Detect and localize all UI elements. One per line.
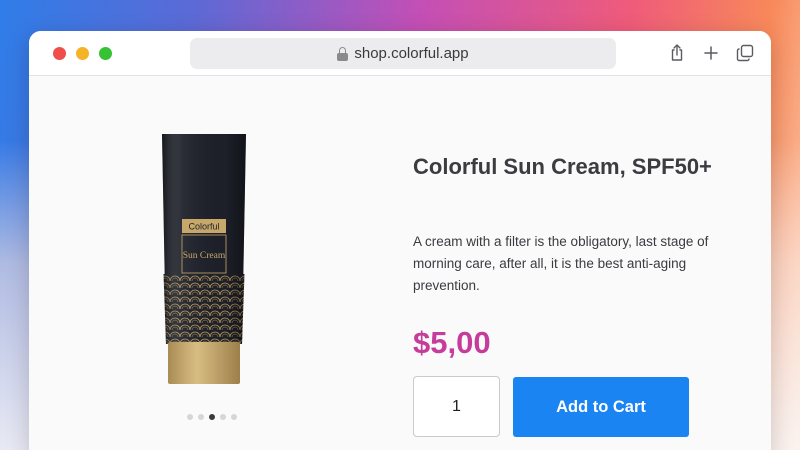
url-text: shop.colorful.app bbox=[354, 45, 469, 62]
quantity-input[interactable]: 1 bbox=[413, 376, 500, 437]
carousel-dot[interactable] bbox=[209, 414, 215, 420]
carousel-dot[interactable] bbox=[220, 414, 226, 420]
browser-toolbar: shop.colorful.app bbox=[29, 31, 771, 76]
product-price: $5,00 bbox=[413, 325, 491, 360]
tabs-overview-icon[interactable] bbox=[735, 43, 755, 63]
product-description: A cream with a filter is the obligatory,… bbox=[413, 234, 709, 293]
tube-brand-label: Colorful bbox=[188, 222, 219, 232]
tube-product-label: Sun Cream bbox=[183, 251, 226, 261]
product-title: Colorful Sun Cream, SPF50+ bbox=[413, 154, 712, 179]
page-content: Colorful Sun Cream Colorful Sun Cream, S… bbox=[29, 77, 771, 450]
browser-window: shop.colorful.app Colorful Sun Cream Col… bbox=[29, 31, 771, 450]
product-image[interactable]: Colorful Sun Cream bbox=[160, 134, 248, 384]
carousel-dot[interactable] bbox=[198, 414, 204, 420]
zoom-window-button[interactable] bbox=[99, 47, 112, 60]
carousel-dot[interactable] bbox=[187, 414, 193, 420]
carousel-dots bbox=[187, 414, 237, 420]
carousel-dot[interactable] bbox=[231, 414, 237, 420]
lock-icon bbox=[337, 46, 349, 61]
share-icon[interactable] bbox=[667, 43, 687, 63]
minimize-window-button[interactable] bbox=[76, 47, 89, 60]
close-window-button[interactable] bbox=[53, 47, 66, 60]
add-to-cart-button[interactable]: Add to Cart bbox=[513, 377, 689, 437]
new-tab-icon[interactable] bbox=[701, 43, 721, 63]
address-bar[interactable]: shop.colorful.app bbox=[190, 38, 616, 69]
